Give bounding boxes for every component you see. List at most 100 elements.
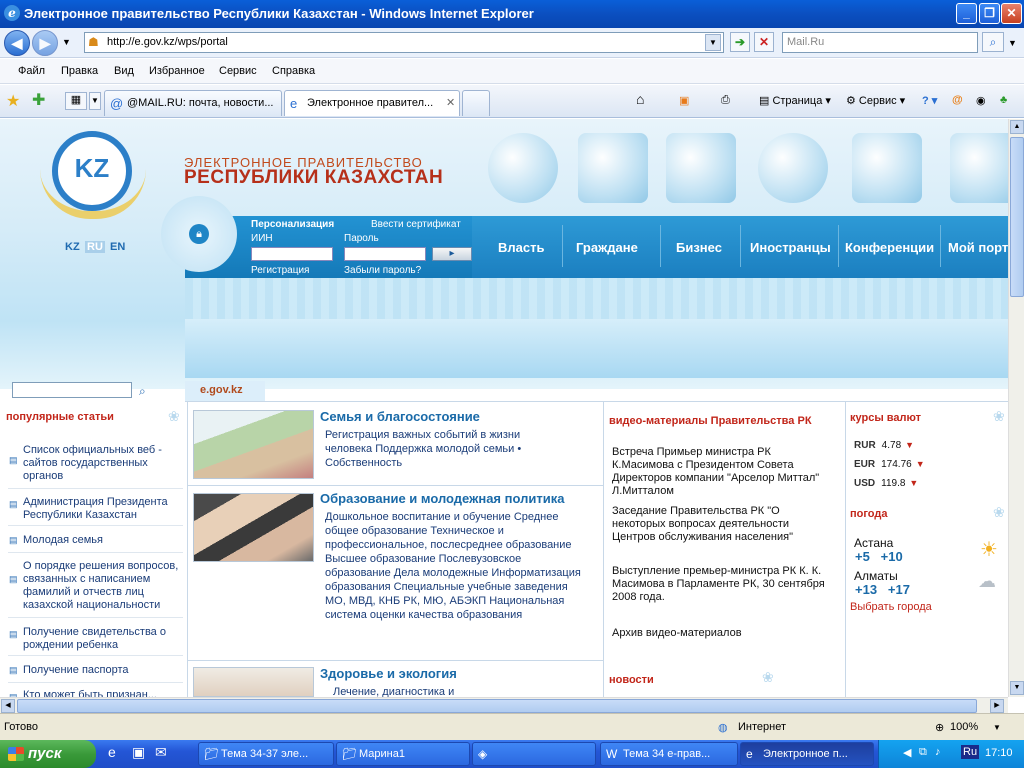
section-title-family[interactable]: Семья и благосостояние [320,409,480,424]
register-link[interactable]: Регистрация [251,265,309,276]
menu-favorites[interactable]: Избранное [149,65,205,77]
forgot-password-link[interactable]: Забыли пароль? [344,265,421,276]
video-item[interactable]: Заседание Правительства РК "О некоторых … [612,505,834,544]
research-icon[interactable]: ◉ [976,94,986,107]
menu-file[interactable]: Файл [18,65,45,77]
zoom-level[interactable]: 100% [950,721,978,733]
lang-en[interactable]: EN [108,241,127,253]
nav-foreigners[interactable]: Иностранцы [750,240,831,255]
nav-citizens[interactable]: Граждане [576,240,638,255]
zoom-dropdown-icon[interactable]: ▼ [993,723,1001,732]
section-title-education[interactable]: Образование и молодежная политика [320,491,564,506]
lang-ru[interactable]: RU [85,241,105,253]
popular-link[interactable]: О порядке решения вопросов, связанных с … [23,560,181,612]
personalization-label[interactable]: Персонализация [251,219,334,230]
menu-edit[interactable]: Правка [61,65,98,77]
add-favorite-icon[interactable]: ✚ [32,90,45,110]
section-links-family[interactable]: Регистрация важных событий в жизни челов… [325,428,560,470]
input-lang-indicator[interactable]: Ru [961,745,980,759]
tab-egov[interactable]: e Электронное правител... ✕ [284,90,460,116]
outlook-quicklaunch-icon[interactable]: ✉ [155,744,167,761]
doc-bullet-icon: ▤ [9,574,18,584]
breadcrumb[interactable]: e.gov.kz [185,381,265,401]
currency-value: 119.8 [881,478,906,489]
tab-label: @MAIL.RU: почта, новости... [127,97,274,109]
popular-link[interactable]: Список официальных веб - сайтов государс… [23,444,181,483]
messenger-icon[interactable]: ♣ [1000,94,1007,106]
popular-link[interactable]: Кто может быть признан... [23,689,181,697]
cert-link[interactable]: Ввести сертификат [371,219,461,230]
scroll-down-icon[interactable]: ▼ [1010,681,1024,695]
section-links-health[interactable]: Лечение, диагностика и [333,685,573,697]
ie-quicklaunch-icon[interactable]: e [108,744,116,760]
history-dropdown-icon[interactable]: ▼ [62,37,71,47]
menu-view[interactable]: Вид [114,65,134,77]
network-icon[interactable]: ⧉ [919,746,927,759]
close-button[interactable]: ✕ [1001,3,1022,24]
popular-link[interactable]: Администрация Президента Республики Каза… [23,496,181,522]
section-title-health[interactable]: Здоровье и экология [320,666,457,681]
video-archive-link[interactable]: Архив видео-материалов [612,627,834,640]
tools-menu[interactable]: ⚙ Сервис ▾ [846,94,905,107]
scroll-left-icon[interactable]: ◀ [1,699,15,713]
search-dropdown-icon[interactable]: ▼ [1008,38,1017,48]
task-word-doc[interactable]: W Тема 34 е-прав... [600,742,738,766]
tab-list-icon[interactable]: ▼ [89,92,101,110]
desktop-quicklaunch-icon[interactable]: ▣ [132,744,145,761]
horizontal-scrollbar[interactable]: ◀ ▶ [0,697,1008,713]
search-icon[interactable]: ⌕ [139,384,146,399]
print-icon[interactable]: ⎙ [721,94,730,107]
feeds-icon[interactable]: ▣ [679,94,689,107]
address-bar[interactable]: ☗ http://e.gov.kz/wps/portal ▼ [84,32,724,53]
video-item[interactable]: Встреча Примьер министра РК К.Масимова с… [612,446,834,498]
iin-input[interactable] [251,247,333,261]
mail-icon[interactable]: @ [952,94,963,106]
minimize-button[interactable]: _ [956,3,977,24]
quick-tabs-icon[interactable]: ▦ [65,92,87,110]
forward-button[interactable]: ▶ [32,30,58,56]
scroll-thumb[interactable] [17,699,977,713]
stop-icon[interactable]: ✕ [754,32,774,52]
scroll-thumb[interactable] [1010,137,1024,297]
nav-conferences[interactable]: Конференции [845,240,934,255]
video-item[interactable]: Выступление премьер-министра РК К. К. Ма… [612,565,834,604]
maximize-button[interactable]: ❐ [979,3,1000,24]
tab-mailru[interactable]: @ @MAIL.RU: почта, новости... [104,90,282,116]
close-tab-icon[interactable]: ✕ [446,96,455,109]
back-button[interactable]: ◀ [4,30,30,56]
password-input[interactable] [344,247,426,261]
page-menu[interactable]: ▤ Страница ▾ [759,94,831,107]
volume-icon[interactable]: ♪ [935,746,941,758]
lang-kz[interactable]: KZ [63,241,82,253]
scroll-right-icon[interactable]: ▶ [990,699,1004,713]
nav-power[interactable]: Власть [498,240,544,255]
task-folder-marina[interactable]: 📁︎ Марина1 [336,742,470,766]
scroll-up-icon[interactable]: ▲ [1010,120,1024,134]
task-ie-egov[interactable]: e Электронное п... [740,742,874,766]
tab-bar: ★ ✚ ▦ ▼ @ @MAIL.RU: почта, новости... e … [0,85,1024,118]
site-search-input[interactable] [12,382,132,398]
search-input[interactable]: Mail.Ru [782,32,978,53]
search-icon[interactable]: ⌕ [982,32,1004,52]
popular-link[interactable]: Получение свидетельства о рождении ребен… [23,626,181,652]
nav-my-portal[interactable]: Мой порт [948,240,1008,255]
popular-link[interactable]: Молодая семья [23,534,181,547]
choose-city-link[interactable]: Выбрать города [850,601,932,613]
vertical-scrollbar[interactable]: ▲ ▼ [1008,119,1024,697]
section-links-education[interactable]: Дошкольное воспитание и обучение Среднее… [325,510,583,622]
menu-tools[interactable]: Сервис [219,65,257,77]
address-dropdown-icon[interactable]: ▼ [705,34,721,51]
go-icon[interactable]: ➔ [730,32,750,52]
home-icon[interactable]: ⌂ [636,91,644,107]
favorites-star-icon[interactable]: ★ [6,91,20,111]
nav-business[interactable]: Бизнес [676,240,722,255]
task-app[interactable]: ◈ [472,742,596,766]
popular-link[interactable]: Получение паспорта [23,664,181,677]
collapse-tray-icon[interactable]: ◀ [903,746,911,759]
new-tab-button[interactable] [462,90,490,116]
task-folder-theme[interactable]: 📁︎ Тема 34-37 эле... [198,742,334,766]
login-button[interactable]: ▸ [432,247,472,261]
help-icon[interactable]: ? ▾ [922,94,937,107]
menu-help[interactable]: Справка [272,65,315,77]
site-logo[interactable]: KZ [52,131,132,211]
